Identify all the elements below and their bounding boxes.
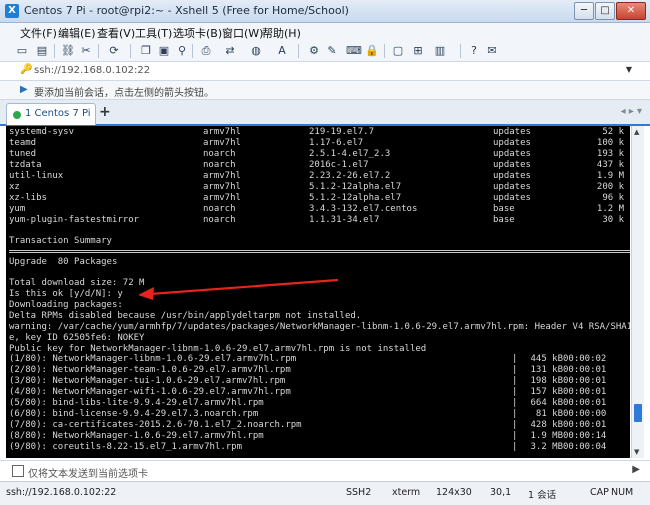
connection-status-icon	[13, 111, 21, 119]
font-icon[interactable]: A	[274, 43, 290, 59]
menu-edit[interactable]: 编辑(E)	[58, 25, 96, 41]
status-terminal-size: 124x30	[436, 487, 472, 498]
address-bar[interactable]: 🔑 ssh://192.168.0.102:22 ▼	[0, 62, 650, 81]
status-cursor-position: 30,1	[490, 487, 512, 498]
window-title: Centos 7 Pi - root@rpi2:~ - Xshell 5 (Fr…	[24, 4, 349, 17]
tab-centos7-pi[interactable]: 1 Centos 7 Pi	[6, 103, 96, 125]
session-hint-bar: ▶ 要添加当前会话，点击左侧的箭头按钮。	[0, 81, 650, 100]
toolbar-separator	[98, 44, 99, 58]
toolbar-separator	[130, 44, 131, 58]
status-session-count: 1 会话	[528, 490, 557, 501]
new-session-icon[interactable]: ▭	[14, 43, 30, 59]
scroll-up-icon[interactable]: ▲	[634, 128, 639, 136]
menu-window[interactable]: 窗口(W)	[222, 25, 263, 41]
keyboard-icon[interactable]: ⌨	[346, 43, 362, 59]
help-icon[interactable]: ?	[466, 43, 482, 59]
menu-tabs[interactable]: 选项卡(B)	[173, 25, 222, 41]
script-icon[interactable]: ✎	[324, 43, 340, 59]
xshell-app-icon: X	[5, 4, 19, 18]
globe-icon[interactable]: ◍	[248, 43, 264, 59]
scrollbar-thumb[interactable]	[634, 404, 642, 422]
close-button[interactable]: ✕	[616, 2, 646, 20]
new-tab-button[interactable]: +	[99, 104, 111, 120]
minimize-button[interactable]: ─	[574, 2, 594, 20]
toolbar-separator	[460, 44, 461, 58]
compose-icon[interactable]	[12, 465, 24, 477]
status-terminal-type: xterm	[392, 487, 421, 498]
compose-scroll-icon[interactable]: ▶	[632, 464, 640, 475]
annotation-overlay	[138, 278, 339, 300]
compose-bar[interactable]: 仅将文本发送到当前选项卡 ▶	[0, 460, 650, 481]
open-folder-icon[interactable]: ▤	[34, 43, 50, 59]
screen-icon[interactable]: ▢	[390, 43, 406, 59]
annotation-arrow-line	[149, 278, 339, 296]
maximize-button[interactable]: □	[595, 2, 615, 20]
toolbar-separator	[384, 44, 385, 58]
status-protocol: SSH2	[346, 487, 372, 498]
add-icon[interactable]: ⊞	[410, 43, 426, 59]
compose-placeholder: 仅将文本发送到当前选项卡	[28, 469, 148, 480]
transfer-icon[interactable]: ⇄	[222, 43, 238, 59]
copy-icon[interactable]: ❐	[138, 43, 154, 59]
status-address: ssh://192.168.0.102:22	[6, 487, 117, 498]
status-bar: ssh://192.168.0.102:22 SSH2 xterm 124x30…	[0, 481, 650, 505]
paste-icon[interactable]: ▣	[156, 43, 172, 59]
toolbar-separator	[298, 44, 299, 58]
link-icon[interactable]: ⛓	[60, 43, 76, 59]
address-value[interactable]: ssh://192.168.0.102:22	[34, 65, 150, 76]
toolbar: ▭ ▤ ⛓ ✂ ⟳ ❐ ▣ ⚲ ⎙ ⇄ ◍ A ⚙ ✎ ⌨ 🔒 ▢ ⊞ ▥ ? …	[0, 41, 650, 62]
address-lock-icon: 🔑	[20, 64, 33, 75]
menu-file[interactable]: 文件(F)	[20, 25, 57, 41]
terminal-scrollbar[interactable]: ▲ ▼	[631, 126, 644, 458]
reconnect-icon[interactable]: ⟳	[106, 43, 122, 59]
status-num-lock: NUM	[611, 487, 634, 498]
tab-scroll-arrows-icon[interactable]: ◂ ▸ ▾	[621, 106, 642, 117]
disconnect-icon[interactable]: ✂	[78, 43, 94, 59]
toolbar-separator	[192, 44, 193, 58]
find-icon[interactable]: ⚲	[174, 43, 190, 59]
annotation-arrow-icon	[138, 287, 154, 300]
print-icon[interactable]: ⎙	[198, 43, 214, 59]
menu-bar: 文件(F) 编辑(E) 查看(V) 工具(T) 选项卡(B) 窗口(W) 帮助(…	[0, 23, 650, 41]
toolbar-separator	[54, 44, 55, 58]
status-caps-lock: CAP	[590, 487, 609, 498]
menu-help[interactable]: 帮助(H)	[262, 25, 301, 41]
chat-icon[interactable]: ✉	[484, 43, 500, 59]
xftp-icon[interactable]: ⚙	[306, 43, 322, 59]
window-controls: ─ □ ✕	[574, 2, 646, 20]
scroll-down-icon[interactable]: ▼	[634, 448, 639, 456]
tab-bar: 1 Centos 7 Pi + ◂ ▸ ▾	[0, 100, 650, 126]
layout-icon[interactable]: ▥	[432, 43, 448, 59]
session-hint-text: 要添加当前会话，点击左侧的箭头按钮。	[34, 88, 214, 99]
title-bar: X Centos 7 Pi - root@rpi2:~ - Xshell 5 (…	[0, 0, 650, 23]
terminal-output[interactable]: systemd-sysv armv7hl 219-19.el7.7 updates 52…	[6, 126, 630, 458]
tab-label: 1 Centos 7 Pi	[25, 108, 91, 119]
menu-tools[interactable]: 工具(T)	[135, 25, 172, 41]
menu-view[interactable]: 查看(V)	[97, 25, 135, 41]
address-dropdown-icon[interactable]: ▼	[626, 65, 632, 74]
add-session-arrow-icon[interactable]: ▶	[20, 84, 28, 95]
lock-icon[interactable]: 🔒	[364, 43, 380, 59]
